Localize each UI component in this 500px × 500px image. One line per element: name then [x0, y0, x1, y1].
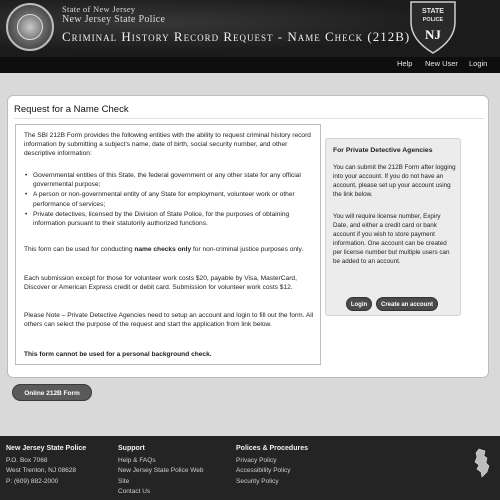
badge-text-mid: POLICE [423, 17, 444, 23]
create-account-button[interactable]: Create an account [376, 297, 438, 311]
usage-text-bold: name checks only [134, 246, 192, 253]
footer-link-security[interactable]: Security Policy [236, 477, 308, 488]
section-title: Request for a Name Check [14, 104, 129, 115]
list-item: Governmental entities of this State, the… [24, 171, 314, 189]
list-item: A person or non-governmental entity of a… [24, 190, 314, 208]
eligible-entities-list: Governmental entities of this State, the… [24, 171, 314, 228]
page-title: Criminal History Record Request - Name C… [62, 29, 411, 44]
footer-link-privacy[interactable]: Privacy Policy [236, 456, 308, 467]
state-police-badge-icon: STATE POLICE NJ [410, 1, 456, 54]
footer-address-line: P.O. Box 7068 [6, 456, 48, 464]
nav-help[interactable]: Help [397, 59, 412, 68]
login-button[interactable]: Login [346, 297, 372, 311]
footer-support: Support Help & FAQs New Jersey State Pol… [118, 444, 204, 498]
pda-text-2: You will require license number, Expiry … [333, 213, 450, 266]
list-item: Private detectives, licensed by the Divi… [24, 210, 314, 228]
footer-policies: Polices & Procedures Privacy Policy Acce… [236, 444, 308, 487]
footer-link-site[interactable]: Site [118, 477, 204, 488]
usage-text: This form can be used for conducting nam… [24, 245, 314, 254]
footer-contact: New Jersey State Police P.O. Box 7068 We… [6, 444, 86, 487]
nav-login[interactable]: Login [469, 59, 487, 68]
footer-link-accessibility[interactable]: Accessibility Policy [236, 466, 308, 477]
footer-heading: Polices & Procedures [236, 445, 308, 452]
badge-letters: NJ [425, 27, 441, 42]
pda-text-1: You can submit the 212B Form after loggi… [333, 164, 456, 199]
site-header: State of New Jersey New Jersey State Pol… [0, 0, 500, 57]
top-nav: Help New User Login [0, 57, 500, 73]
online-212b-form-button[interactable]: Online 212B Form [12, 384, 92, 401]
agency-name: New Jersey State Police [62, 14, 166, 25]
state-name: State of New Jersey [62, 4, 136, 14]
cost-text: Each submission except for those for vol… [24, 275, 297, 292]
warning-text: This form cannot be used for a personal … [24, 351, 212, 358]
info-box: The SBI 212B Form provides the following… [15, 124, 321, 365]
usage-text-post: for non-criminal justice purposes only. [191, 246, 304, 253]
footer-heading: New Jersey State Police [6, 445, 87, 452]
footer-link-contact[interactable]: Contact Us [118, 487, 204, 498]
note-text: Please Note – Private Detective Agencies… [24, 312, 314, 329]
footer-link-nj-website[interactable]: New Jersey State Police Web [118, 466, 204, 477]
usage-text-pre: This form can be used for conducting [24, 246, 135, 253]
footer-link-help[interactable]: Help & FAQs [118, 456, 204, 467]
footer-heading: Support [118, 445, 145, 452]
state-seal-icon [6, 3, 54, 51]
section-divider [14, 118, 484, 119]
nav-new-user[interactable]: New User [425, 59, 458, 68]
footer-address-line: West Trenton, NJ 08628 [6, 467, 76, 474]
footer-phone: P: (609) 882-2000 [6, 477, 59, 485]
pda-heading: For Private Detective Agencies [333, 147, 433, 154]
intro-text: The SBI 212B Form provides the following… [24, 132, 311, 158]
private-detective-box: For Private Detective Agencies You can s… [325, 138, 461, 316]
badge-text-top: STATE [422, 8, 444, 15]
new-jersey-state-outline-icon [474, 448, 490, 478]
